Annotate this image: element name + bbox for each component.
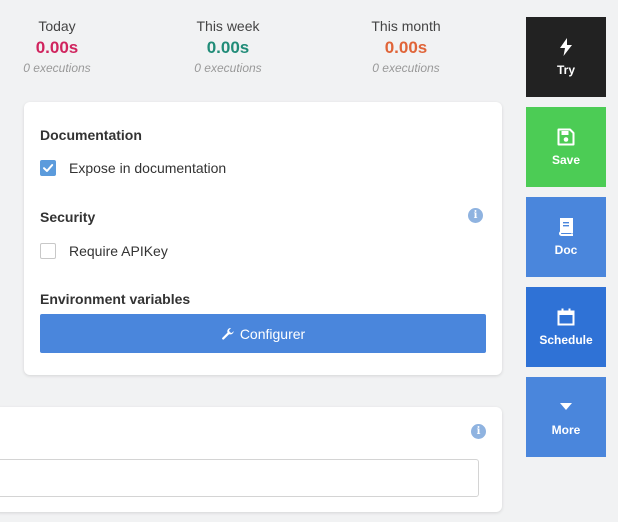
stat-value: 0.00s	[384, 38, 428, 57]
save-button-label: Save	[551, 153, 581, 167]
stat-value: 0.00s	[35, 38, 79, 57]
bolt-icon	[559, 37, 573, 57]
info-icon[interactable]: i	[468, 208, 483, 223]
stat-executions: 0 executions	[194, 61, 262, 75]
stat-executions: 0 executions	[23, 61, 91, 75]
stat-this-week: This week 0.00s 0 executions	[148, 17, 308, 75]
info-icon[interactable]: i	[471, 424, 486, 439]
schedule-button[interactable]: Schedule	[526, 287, 606, 367]
stat-value: 0.00s	[206, 38, 250, 57]
try-button[interactable]: Try	[526, 17, 606, 97]
require-apikey-checkbox[interactable]	[40, 243, 56, 259]
environment-variables-heading: Environment variables	[40, 291, 191, 307]
doc-button-label: Doc	[554, 243, 578, 257]
require-apikey-option[interactable]: Require APIKey	[40, 243, 168, 259]
wrench-icon	[221, 327, 234, 340]
configure-button[interactable]: Configurer	[40, 314, 486, 353]
text-input[interactable]	[0, 459, 479, 497]
more-button[interactable]: More	[526, 377, 606, 457]
expose-documentation-option[interactable]: Expose in documentation	[40, 160, 226, 176]
checkmark-icon	[43, 164, 54, 172]
save-button[interactable]: Save	[526, 107, 606, 187]
expose-documentation-checkbox[interactable]	[40, 160, 56, 176]
lower-card: i	[0, 407, 502, 512]
stat-this-month: This month 0.00s 0 executions	[326, 17, 486, 75]
stat-executions: 0 executions	[372, 61, 440, 75]
calendar-icon	[557, 307, 575, 327]
security-heading: Security	[40, 209, 96, 225]
book-icon	[558, 217, 574, 237]
more-button-label: More	[551, 423, 581, 437]
settings-card: Documentation Expose in documentation Se…	[24, 102, 502, 375]
schedule-button-label: Schedule	[539, 333, 593, 347]
require-apikey-label: Require APIKey	[69, 243, 168, 259]
stat-today: Today 0.00s 0 executions	[0, 17, 137, 75]
documentation-heading: Documentation	[40, 127, 142, 143]
configure-button-label: Configurer	[239, 325, 306, 342]
try-button-label: Try	[556, 63, 575, 77]
expose-documentation-label: Expose in documentation	[69, 160, 227, 176]
stat-label: This month	[371, 18, 441, 34]
save-icon	[557, 127, 575, 147]
stat-label: Today	[38, 18, 76, 34]
stat-label: This week	[196, 18, 260, 34]
doc-button[interactable]: Doc	[526, 197, 606, 277]
caret-down-icon	[560, 397, 572, 417]
